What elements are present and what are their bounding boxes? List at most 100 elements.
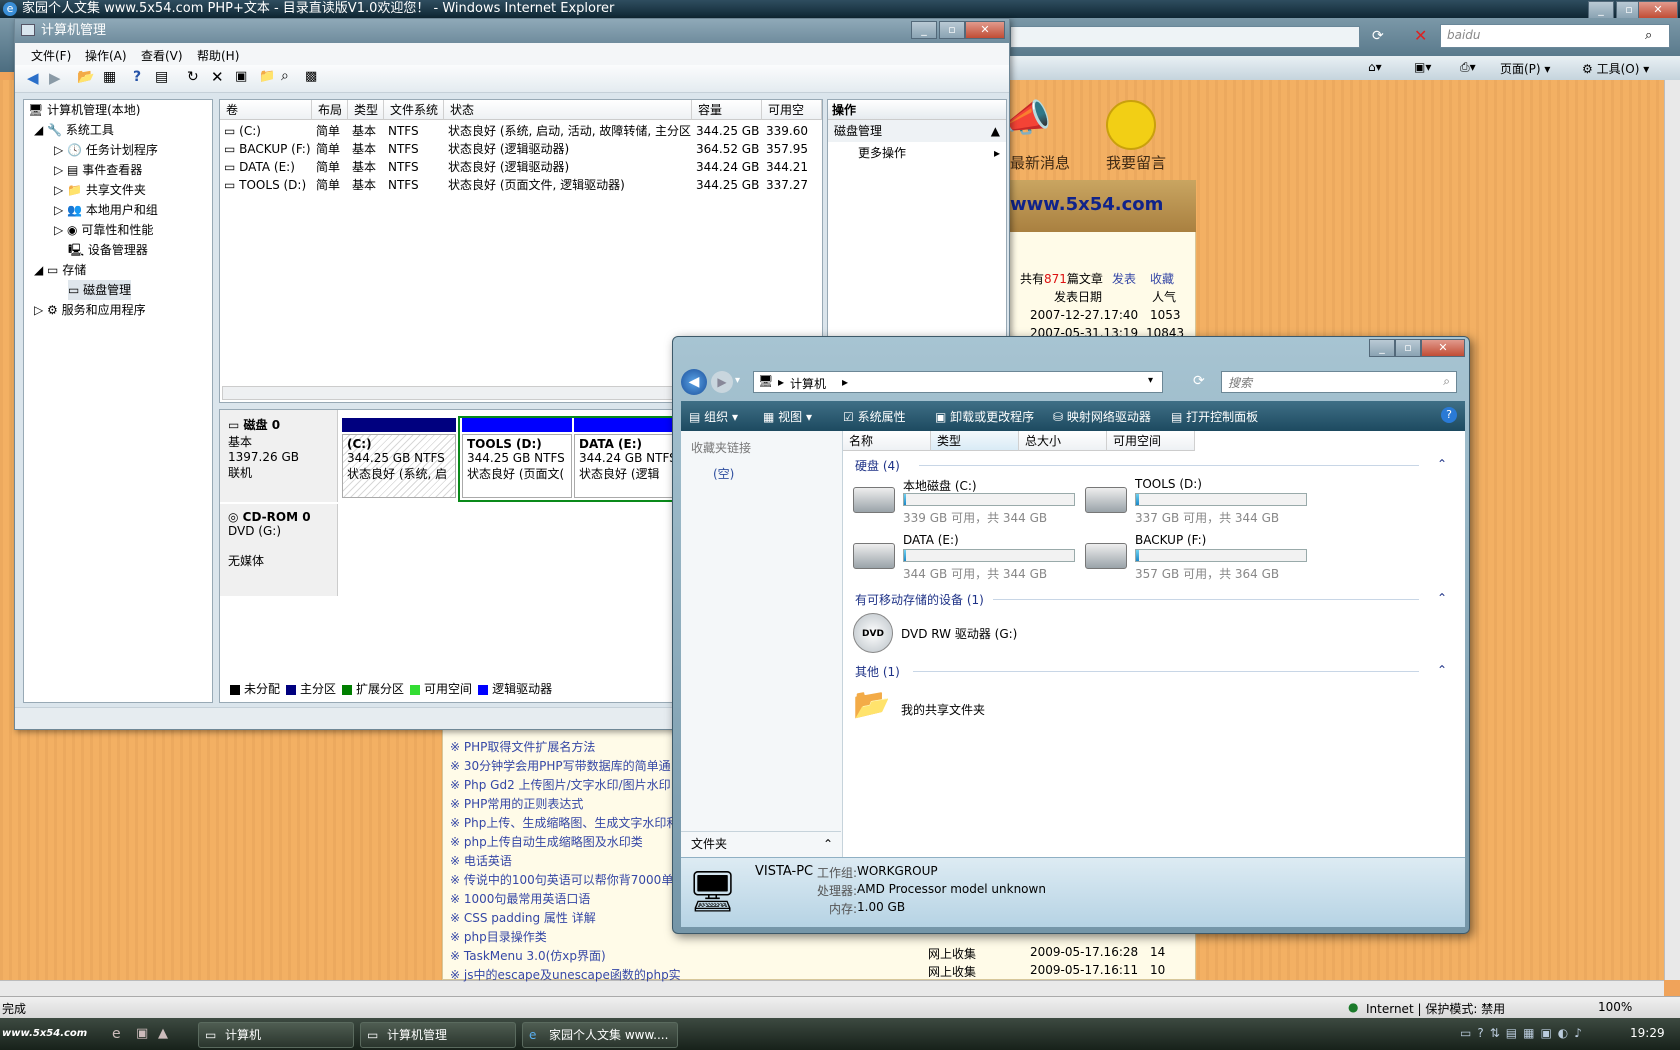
volume-row[interactable]: ▭ TOOLS (D:) 简单 基本 NTFS 状态良好 (页面文件, 逻辑驱动器) 34… [220,176,820,194]
zoom-level[interactable]: 100% [1598,1000,1632,1014]
partition-e[interactable]: DATA (E:) 344.24 GB NTFS 状态良好 (逻辑 [574,418,674,500]
folders-toggle[interactable]: 文件夹 ⌃ [681,831,841,855]
article-item[interactable]: ※ 电话英语 [450,852,680,869]
properties-icon[interactable]: ▣ [235,69,247,84]
article-item[interactable]: ※ Php Gd2 上传图片/文字水印/图片水印 [450,776,680,793]
col-capacity[interactable]: 容量 [692,100,762,120]
article-item[interactable]: ※ CSS padding 属性 详解 [450,909,680,926]
search-icon[interactable]: ⌕ [1645,28,1652,43]
vertical-scrollbar[interactable] [1664,80,1680,980]
nav-guestbook[interactable]: 我要留言 [1106,152,1166,173]
menu-help[interactable]: 帮助(H) [197,47,239,64]
help-icon[interactable]: ? [133,69,141,85]
quicklaunch-folder-icon[interactable]: ▣ [136,1026,148,1041]
col-free[interactable]: 可用空间 [1107,431,1195,451]
drive-tile[interactable]: TOOLS (D:) 337 GB 可用，共 344 GB [1085,475,1311,529]
refresh-icon[interactable]: ↻ [187,69,199,85]
col-fs[interactable]: 文件系统 [384,100,444,120]
tree-item-local-users[interactable]: ▷ 👥 本地用户和组 [54,200,158,220]
partition-d[interactable]: TOOLS (D:) 344.25 GB NTFS 状态良好 (页面文( [462,418,572,500]
tree-item-device-manager[interactable]: 🖳 设备管理器 [68,240,148,260]
article-item[interactable]: ※ 传说中的100句英语可以帮你背7000单 [450,871,680,888]
article-link[interactable]: TaskMenu 3.0(仿xp界面) [464,949,606,963]
cm-maximize-button[interactable]: ▫ [939,21,965,39]
back-arrow-icon[interactable]: ◀ [27,69,39,87]
forward-button[interactable]: ▶ [711,371,733,393]
group-hdd[interactable]: 硬盘 (4) [855,457,900,474]
quicklaunch-ie-icon[interactable]: e [112,1026,121,1042]
favorite-link[interactable]: 收藏 [1150,270,1174,287]
article-item[interactable]: ※ Php上传、生成缩略图、生成文字水印和 [450,814,680,831]
up-folder-icon[interactable]: 📂 [77,69,94,85]
disk-settings-icon[interactable]: ▩ [305,69,317,84]
article-link[interactable]: PHP取得文件扩展名方法 [464,740,596,754]
article-link[interactable]: php上传自动生成缩略图及水印类 [464,835,643,849]
actions-section[interactable]: 磁盘管理 ▲ [828,120,1006,142]
control-panel-button[interactable]: ▤ 打开控制面板 [1171,408,1258,425]
drive-tile[interactable]: BACKUP (F:) 357 GB 可用，共 364 GB [1085,531,1311,585]
article-item[interactable]: ※ TaskMenu 3.0(仿xp界面) [450,947,680,964]
article-item[interactable]: ※ PHP取得文件扩展名方法 [450,738,680,755]
security-zone[interactable]: Internet | 保护模式: 禁用 [1366,1000,1505,1017]
tree-item-task-scheduler[interactable]: ▷ 🕓 任务计划程序 [54,140,158,160]
tree-item-reliability[interactable]: ▷ ◉ 可靠性和性能 [54,220,153,240]
show-tree-icon[interactable]: ▦ [103,69,116,85]
feeds-icon[interactable]: ▣▾ [1414,60,1431,74]
volume-row[interactable]: ▭ (C:) 简单 基本 NTFS 状态良好 (系统, 启动, 活动, 故障转储, 主分… [220,122,820,140]
article-link[interactable]: 电话英语 [464,854,512,868]
recent-pages-icon[interactable]: ▾ [735,375,740,386]
tree-item-event-viewer[interactable]: ▷ ▤ 事件查看器 [54,160,142,180]
article-link[interactable]: 传说中的100句英语可以帮你背7000单 [464,873,673,887]
tools-menu[interactable]: ⚙ 工具(O) ▾ [1582,60,1649,77]
quicklaunch-app-icon[interactable]: ▲ [158,1026,168,1041]
collapse-icon[interactable]: ⌃ [1437,591,1447,605]
col-status[interactable]: 状态 [444,100,692,120]
article-item[interactable]: ※ 1000句最常用英语口语 [450,890,680,907]
cm-close-button[interactable]: ✕ [965,21,1005,39]
system-properties-button[interactable]: ☑ 系统属性 [843,408,906,425]
col-layout[interactable]: 布局 [312,100,348,120]
ex-address-bar[interactable]: 🖥 ▸ 计算机 ▸ ▾ [753,371,1163,393]
article-link[interactable]: js中的escape及unescape函数的php实现 [464,968,680,982]
tree-item-storage[interactable]: ◢ ▭ 存储 [34,260,86,280]
collapse-icon[interactable]: ⌃ [1437,663,1447,677]
address-bar[interactable] [1010,26,1360,48]
taskbar-computer[interactable]: ▭ 计算机 [198,1022,354,1048]
breadcrumb-computer[interactable]: 计算机 [790,375,826,392]
refresh-icon[interactable]: ⟳ [1372,28,1384,44]
col-name[interactable]: 名称 [843,431,931,451]
tree-item-shared-folders[interactable]: ▷ 📁 共享文件夹 [54,180,146,200]
col-type[interactable]: 类型 [348,100,384,120]
article-link[interactable]: CSS padding 属性 详解 [464,911,596,925]
cdrom-label[interactable]: ◎ CD-ROM 0 DVD (G:) 无媒体 [220,504,338,596]
print-icon[interactable]: ⎙▾ [1460,60,1476,75]
back-button[interactable]: ◀ [681,369,707,395]
article-link[interactable]: 30分钟学会用PHP写带数据库的简单通 [464,759,671,773]
horizontal-scrollbar[interactable] [0,980,1664,996]
clock[interactable]: 19:29 [1630,1026,1665,1040]
taskbar-ie[interactable]: e 家园个人文集 www.... [522,1022,678,1048]
site-url[interactable]: www.5x54.com [1010,194,1163,215]
volume-row[interactable]: ▭ BACKUP (F:) 简单 基本 NTFS 状态良好 (逻辑驱动器) 364.52 … [220,140,820,158]
article-link[interactable]: Php Gd2 上传图片/文字水印/图片水印 [464,778,671,792]
ex-search-input[interactable]: 搜索 ⌕ [1221,371,1457,393]
minimize-button[interactable]: _ [1588,1,1614,19]
article-item[interactable]: ※ 30分钟学会用PHP写带数据库的简单通 [450,757,680,774]
tree-item-disk-management[interactable]: ▭ 磁盘管理 [68,280,132,300]
col-total[interactable]: 总大小 [1019,431,1107,451]
shared-folder[interactable]: 📂 我的共享文件夹 [853,685,1153,733]
menu-file[interactable]: 文件(F) [31,47,71,64]
disk0-label[interactable]: ▭ 磁盘 0 基本 1397.26 GB 联机 [220,410,338,502]
collapse-icon[interactable]: ⌃ [1437,457,1447,471]
open-icon[interactable]: 📁 [259,69,275,84]
search-icon[interactable]: ⌕ [281,68,289,84]
partition-c[interactable]: (C:) 344.25 GB NTFS 状态良好 (系统, 启 [342,418,456,500]
uninstall-button[interactable]: ▣ 卸载或更改程序 [935,408,1034,425]
tree-item-root[interactable]: 🖥 计算机管理(本地) [28,100,140,120]
article-item[interactable]: ※ PHP常用的正则表达式 [450,795,680,812]
article-item[interactable]: ※ js中的escape及unescape函数的php实现 [450,966,680,983]
col-type[interactable]: 类型 [931,431,1019,451]
more-actions[interactable]: 更多操作 ▸ [828,142,1006,164]
system-tray-icons[interactable]: ▭?⇅▤▦▣◐♪ [1460,1026,1610,1044]
close-button[interactable]: ✕ [1638,1,1678,19]
